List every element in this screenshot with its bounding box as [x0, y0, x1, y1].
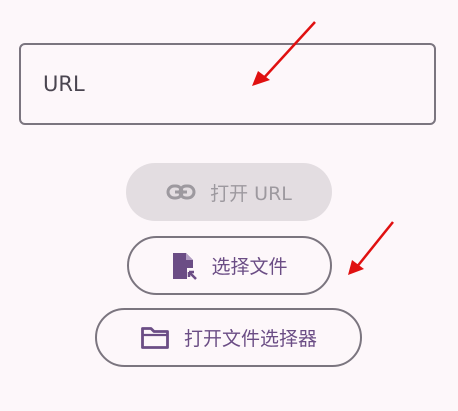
url-input[interactable]: [21, 45, 434, 123]
choose-file-button[interactable]: 选择文件: [127, 236, 332, 295]
arrow-to-choose-file: [348, 221, 394, 275]
open-url-label: 打开 URL: [210, 182, 292, 205]
open-file-picker-label: 打开文件选择器: [183, 328, 317, 350]
url-field[interactable]: [19, 43, 436, 125]
file-open-icon: [171, 251, 198, 281]
folder-icon: [140, 326, 170, 350]
choose-file-label: 选择文件: [211, 256, 288, 278]
open-url-button[interactable]: 打开 URL: [126, 163, 332, 221]
open-file-picker-button[interactable]: 打开文件选择器: [95, 308, 362, 367]
link-icon: [166, 184, 196, 200]
